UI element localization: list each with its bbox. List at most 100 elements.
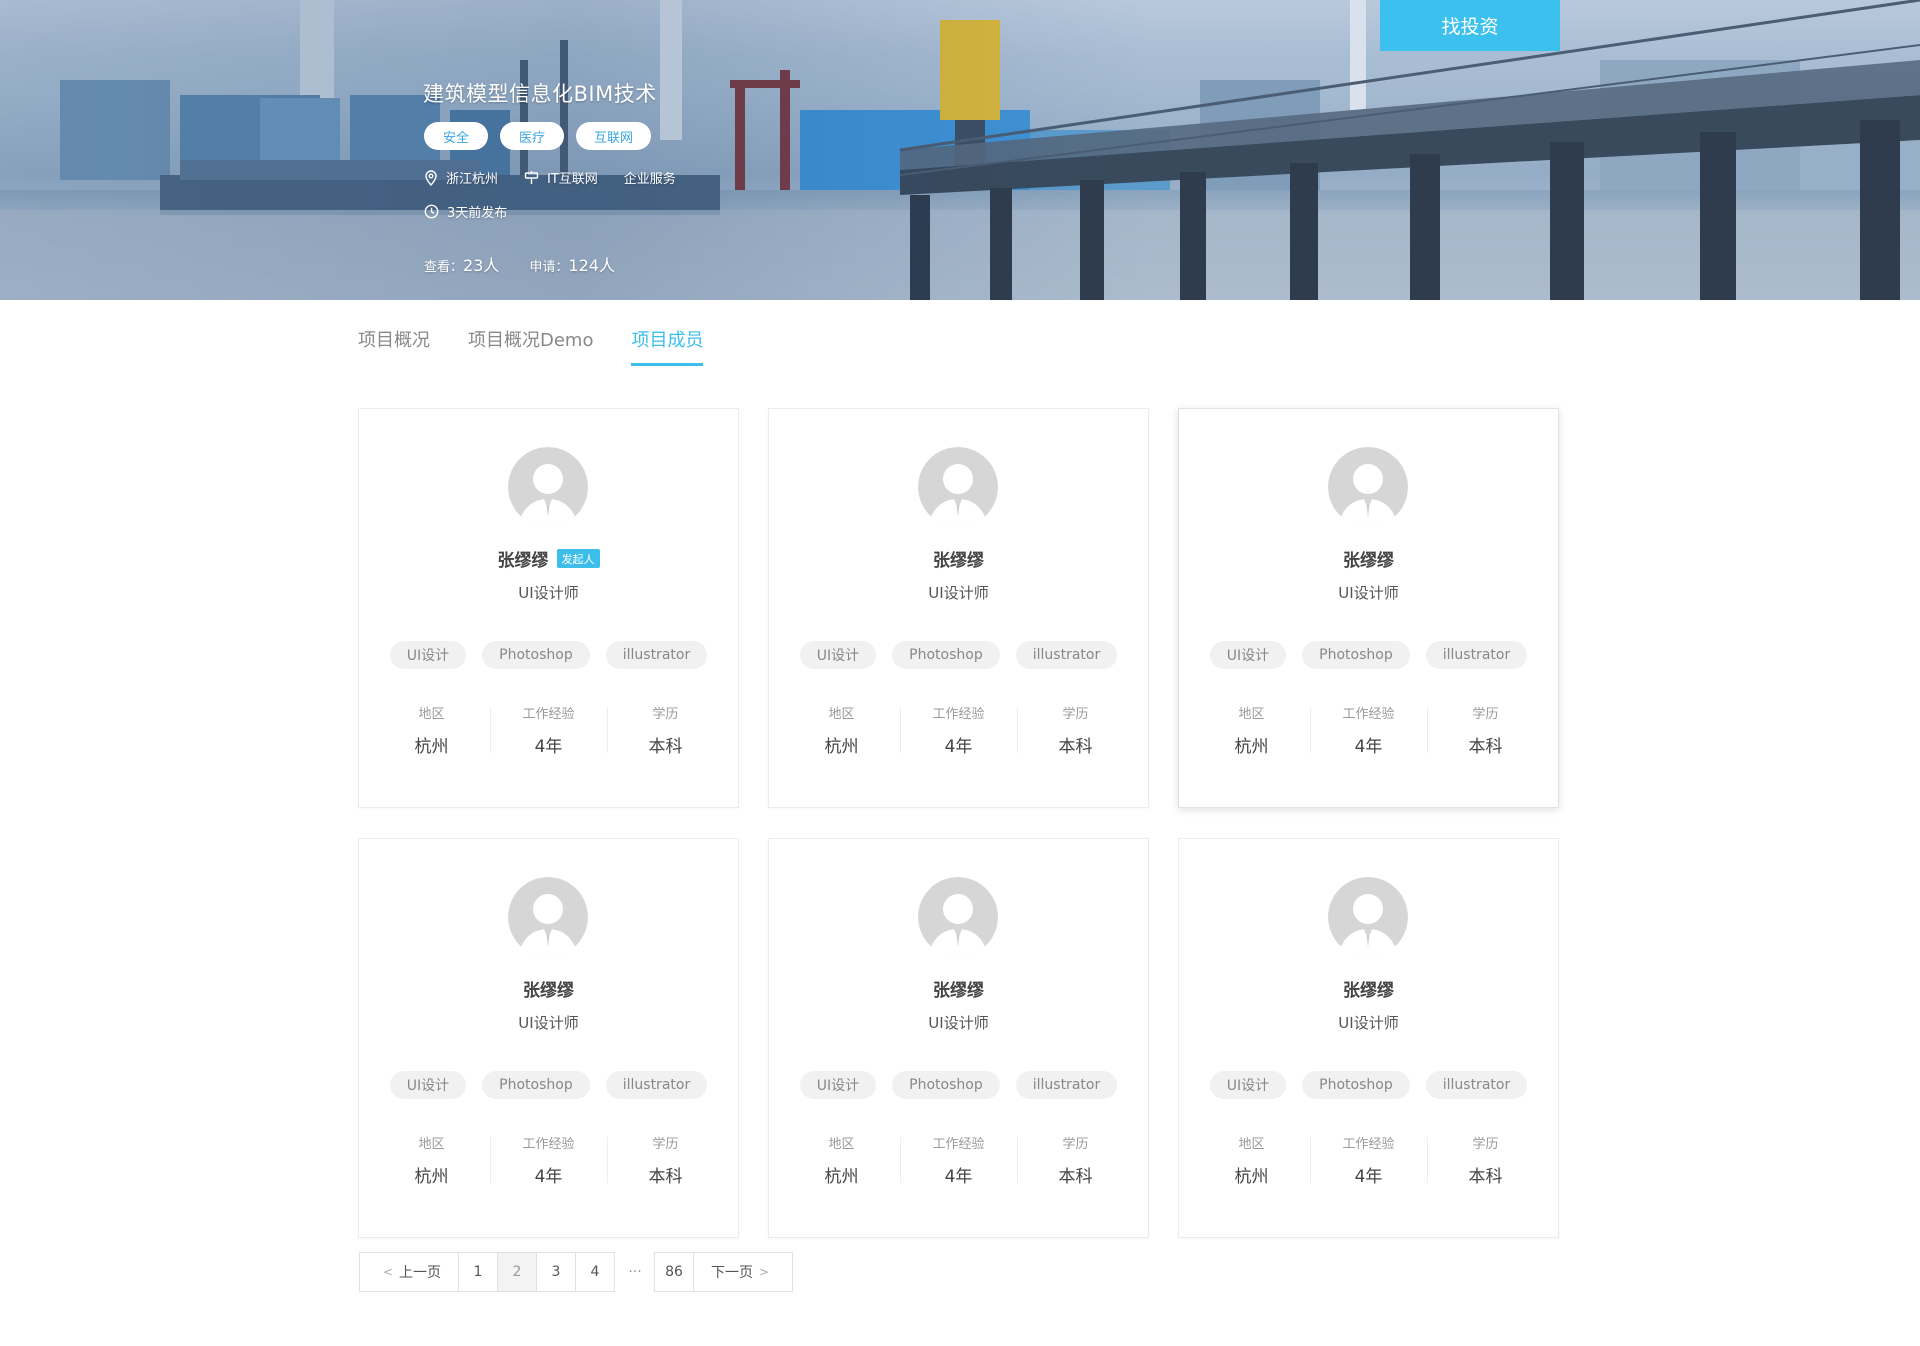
location-pin-icon — [424, 169, 438, 186]
prev-page-button[interactable]: < 上一页 — [359, 1252, 459, 1292]
region-value: 杭州 — [414, 1167, 449, 1187]
skill-tag: UI设计 — [389, 641, 467, 669]
project-title: 建筑模型信息化BIM技术 — [423, 82, 657, 106]
member-name: 张缪缪 — [1343, 551, 1394, 571]
publish-time-text: 3天前发布 — [447, 206, 508, 221]
education-info: 学历 本科 — [607, 1133, 724, 1187]
default-avatar-icon — [918, 877, 998, 957]
member-name: 张缪缪 — [1343, 981, 1394, 1001]
skill-tag: Photoshop — [482, 641, 590, 669]
project-tags: 安全 医疗 互联网 — [424, 122, 652, 150]
member-card[interactable]: 张缪缪 UI设计师 UI设计 Photoshop illustrator 地区 … — [768, 408, 1149, 808]
project-stats: 查看：23人 申请：124人 — [424, 252, 615, 276]
member-name-row: 张缪缪 — [359, 976, 738, 1001]
page-2[interactable]: 2 — [497, 1252, 537, 1292]
experience-info: 工作经验 4年 — [900, 703, 1017, 757]
page-86[interactable]: 86 — [654, 1252, 694, 1292]
skill-tag: UI设计 — [1209, 641, 1287, 669]
region-value: 杭州 — [1234, 737, 1269, 757]
experience-value: 4年 — [534, 737, 563, 757]
experience-label: 工作经验 — [1342, 707, 1395, 722]
tab-overview-demo[interactable]: 项目概况Demo — [468, 326, 593, 366]
page-3[interactable]: 3 — [536, 1252, 576, 1292]
experience-value: 4年 — [944, 737, 973, 757]
education-value: 本科 — [648, 737, 683, 757]
skill-tags: UI设计 Photoshop illustrator — [769, 1071, 1148, 1099]
avatar — [508, 447, 588, 527]
member-name: 张缪缪 — [933, 981, 984, 1001]
project-tabs: 项目概况 项目概况Demo 项目成员 — [358, 326, 704, 366]
default-avatar-icon — [508, 447, 588, 527]
region-info: 地区 杭州 — [783, 703, 900, 757]
education-value: 本科 — [1468, 737, 1503, 757]
founder-badge: 发起人 — [556, 549, 600, 568]
education-value: 本科 — [1468, 1167, 1503, 1187]
skill-tag: Photoshop — [892, 1071, 1000, 1099]
banner-overlay — [0, 0, 1920, 300]
education-value: 本科 — [648, 1167, 683, 1187]
project-tag: 医疗 — [500, 122, 564, 150]
region-value: 杭州 — [1234, 1167, 1269, 1187]
experience-label: 工作经验 — [932, 1137, 985, 1152]
education-info: 学历 本科 — [607, 703, 724, 757]
member-name: 张缪缪 — [933, 551, 984, 571]
member-role: UI设计师 — [1338, 1014, 1399, 1032]
default-avatar-icon — [1328, 447, 1408, 527]
member-grid: 张缪缪 发起人 UI设计师 UI设计 Photoshop illustrator… — [358, 408, 1560, 1238]
experience-info: 工作经验 4年 — [1310, 1133, 1427, 1187]
project-tag: 安全 — [424, 122, 488, 150]
member-name-row: 张缪缪 — [1179, 976, 1558, 1001]
education-info: 学历 本科 — [1017, 703, 1134, 757]
region-info: 地区 杭州 — [373, 1133, 490, 1187]
tab-overview[interactable]: 项目概况 — [358, 326, 430, 366]
region-value: 杭州 — [414, 737, 449, 757]
views-label: 查看： — [424, 260, 464, 275]
find-investment-button[interactable]: 找投资 — [1380, 0, 1560, 51]
region-value: 杭州 — [824, 1167, 859, 1187]
region-info: 地区 杭州 — [373, 703, 490, 757]
member-role: UI设计师 — [928, 584, 989, 602]
region-info: 地区 杭州 — [1193, 703, 1310, 757]
skill-tags: UI设计 Photoshop illustrator — [359, 641, 738, 669]
member-name: 张缪缪 — [523, 981, 574, 1001]
experience-value: 4年 — [534, 1167, 563, 1187]
tab-members[interactable]: 项目成员 — [631, 326, 704, 366]
member-info: 地区 杭州 工作经验 4年 学历 本科 — [769, 703, 1148, 757]
experience-info: 工作经验 4年 — [900, 1133, 1017, 1187]
skill-tag: Photoshop — [1302, 1071, 1410, 1099]
skill-tag: illustrator — [1425, 1071, 1528, 1099]
member-card[interactable]: 张缪缪 UI设计师 UI设计 Photoshop illustrator 地区 … — [1178, 838, 1559, 1238]
member-info: 地区 杭州 工作经验 4年 学历 本科 — [359, 1133, 738, 1187]
education-info: 学历 本科 — [1427, 1133, 1544, 1187]
member-name-row: 张缪缪 发起人 — [359, 546, 738, 571]
region-info: 地区 杭州 — [1193, 1133, 1310, 1187]
clock-icon — [424, 204, 439, 219]
next-page-button[interactable]: 下一页 > — [693, 1252, 793, 1292]
member-card[interactable]: 张缪缪 UI设计师 UI设计 Photoshop illustrator 地区 … — [358, 838, 739, 1238]
experience-label: 工作经验 — [522, 707, 575, 722]
member-card[interactable]: 张缪缪 UI设计师 UI设计 Photoshop illustrator 地区 … — [1178, 408, 1559, 808]
skill-tags: UI设计 Photoshop illustrator — [1179, 641, 1558, 669]
experience-value: 4年 — [1354, 1167, 1383, 1187]
next-page-label: 下一页 — [710, 1265, 753, 1281]
member-role: UI设计师 — [928, 1014, 989, 1032]
experience-label: 工作经验 — [522, 1137, 575, 1152]
member-name-row: 张缪缪 — [769, 546, 1148, 571]
skill-tags: UI设计 Photoshop illustrator — [769, 641, 1148, 669]
applies-label: 申请： — [529, 260, 569, 275]
education-value: 本科 — [1058, 1167, 1093, 1187]
experience-label: 工作经验 — [1342, 1137, 1395, 1152]
experience-info: 工作经验 4年 — [1310, 703, 1427, 757]
applies-value: 124人 — [568, 256, 615, 275]
education-value: 本科 — [1058, 737, 1093, 757]
member-card[interactable]: 张缪缪 发起人 UI设计师 UI设计 Photoshop illustrator… — [358, 408, 739, 808]
region-label: 地区 — [1238, 1137, 1265, 1152]
avatar — [918, 447, 998, 527]
page-4[interactable]: 4 — [575, 1252, 615, 1292]
page-1[interactable]: 1 — [458, 1252, 498, 1292]
member-card[interactable]: 张缪缪 UI设计师 UI设计 Photoshop illustrator 地区 … — [768, 838, 1149, 1238]
skill-tag: illustrator — [1425, 641, 1528, 669]
views-value: 23人 — [463, 256, 500, 275]
experience-info: 工作经验 4年 — [490, 703, 607, 757]
education-label: 学历 — [652, 707, 679, 722]
